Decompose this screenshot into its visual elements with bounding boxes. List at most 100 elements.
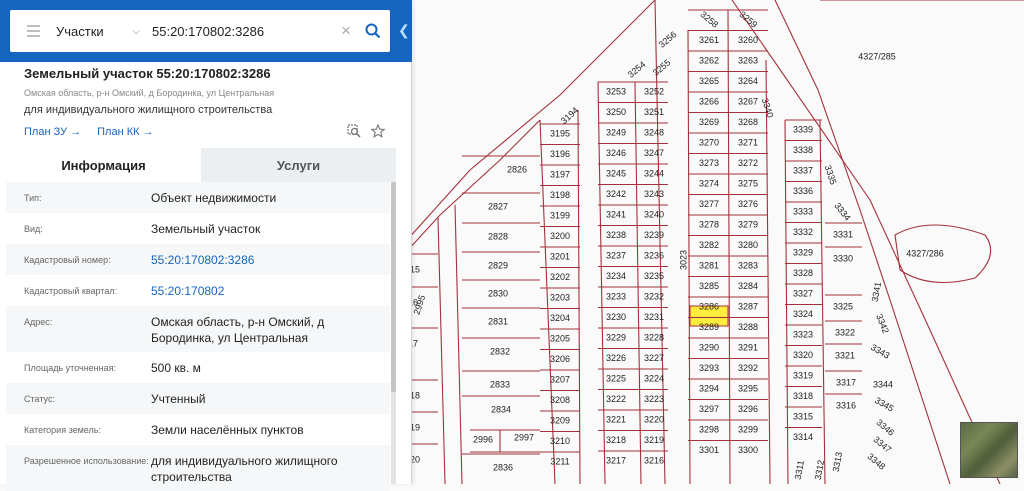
parcel-label-3230: 3230 [606,312,626,322]
menu-icon[interactable] [10,10,56,52]
parcel-label-3200: 3200 [550,231,570,241]
parcel-label-3342: 3342 [874,313,891,335]
parcel-label-3340: 3340 [760,97,776,119]
parcel-label-3196: 3196 [550,149,570,159]
attr-value: Земли населённых пунктов [151,423,304,437]
search-icon[interactable] [356,23,390,39]
parcel-label-3207: 3207 [550,374,570,384]
parcel-label-3253: 3253 [606,86,626,96]
parcel-label-3285: 3285 [699,281,719,291]
parcel-label-3271: 3271 [738,137,758,147]
parcel-label-3260: 3260 [738,35,758,45]
parcel-label-3240: 3240 [644,209,664,219]
parcel-label-3244: 3244 [644,168,664,178]
parcel-label-3327: 3327 [793,288,813,298]
parcel-label-3239: 3239 [644,230,664,240]
parcel-label-3348: 3348 [866,451,888,472]
parcel-label-3316: 3316 [836,400,856,410]
parcel-label-3251: 3251 [644,107,664,117]
attr-row-status: Статус: Учтенный [6,383,390,414]
parcel-boundary [634,81,642,484]
parcel-label-3283: 3283 [738,260,758,270]
parcel-label-3209: 3209 [550,415,570,425]
parcel-label-3289: 3289 [699,322,719,332]
parcel-label-3216: 3216 [644,455,664,465]
parcel-label-3264: 3264 [738,76,758,86]
attributes-list: Тип: Объект недвижимости Вид: Земельный … [6,182,390,491]
attr-value: Объект недвижимости [151,191,277,205]
zoom-to-object-icon[interactable] [347,124,361,143]
parcel-label-3231: 3231 [644,312,664,322]
plan-zu-link[interactable]: План ЗУ → [24,126,81,138]
parcel-label-3211: 3211 [550,456,569,466]
parcel-label-3262: 3262 [699,55,719,65]
attr-value: Учтенный [151,392,206,406]
parcel-label-3292: 3292 [738,363,758,373]
parcel-title: Земельный участок 55:20:170802:3286 [24,66,271,81]
parcel-label-3315: 3315 [793,411,813,421]
parcel-label-3298: 3298 [699,424,719,434]
parcel-label-2828: 2828 [488,231,508,241]
parcel-label-3222: 3222 [606,394,626,404]
plan-kk-link[interactable]: План КК → [97,126,153,138]
parcel-label-3261: 3261 [699,35,719,45]
parcel-label-3233: 3233 [606,291,626,301]
header-actions [347,123,386,143]
parcel-boundary [396,119,541,263]
parcel-label-3278: 3278 [699,219,719,229]
panel-tabs: Информация Услуги [6,148,396,182]
parcel-label-3281: 3281 [699,260,719,270]
parcel-label-2831: 2831 [488,316,508,326]
satellite-layer-thumbnail[interactable] [960,422,1018,478]
parcel-label-3287: 3287 [738,301,758,311]
parcel-label-3254: 3254 [626,59,648,80]
attr-row-cadastral-number: Кадастровый номер: 55:20:170802:3286 [6,244,390,275]
parcel-label-3317: 3317 [836,377,856,387]
parcel-label-3296: 3296 [738,404,758,414]
parcel-label-3224: 3224 [644,373,664,383]
category-select-label: Участки [56,23,104,39]
parcel-boundary [727,9,731,484]
parcel-label-3344: 3344 [873,379,893,389]
parcel-label-3328: 3328 [793,268,813,278]
parcel-label-3247: 3247 [644,148,664,158]
parcel-label-3329: 3329 [793,247,813,257]
parcel-label-3202: 3202 [550,272,570,282]
parcel-label-3295: 3295 [738,383,758,393]
parcel-label-3282: 3282 [699,240,719,250]
search-bar-container: Участки ⌵ × ❮ [0,0,412,62]
parcel-label-3313: 3313 [831,451,844,472]
attr-row-cadastral-quarter: Кадастровый квартал: 55:20:170802 [6,275,390,306]
parcel-label-3220: 3220 [644,414,664,424]
clear-icon[interactable]: × [336,21,356,41]
parcel-label-3345: 3345 [873,395,895,414]
parcel-label-2832: 2832 [490,346,510,356]
parcel-label-3263: 3263 [738,55,758,65]
parcel-label-3339: 3339 [793,124,813,134]
parcel-label-3324: 3324 [793,309,813,319]
parcel-label-3338: 3338 [793,145,813,155]
parcel-label-3198: 3198 [550,190,570,200]
parcel-label-3301: 3301 [699,445,719,455]
parcel-boundary [437,217,446,484]
panel-scrollbar[interactable] [391,182,396,484]
parcel-label-2833: 2833 [490,379,510,389]
parcel-boundary [784,119,789,484]
collapse-panel-icon[interactable]: ❮ [398,22,410,39]
category-select[interactable]: Участки ⌵ [56,24,146,39]
parcel-label-3217: 3217 [606,455,626,465]
parcel-label-3267: 3267 [738,96,758,106]
attr-row-type: Тип: Объект недвижимости [6,182,390,213]
cadastral-quarter-link[interactable]: 55:20:170802 [151,275,390,306]
parcel-label-3228: 3228 [644,332,664,342]
search-input[interactable] [146,23,336,39]
tab-services[interactable]: Услуги [201,148,396,182]
tab-info[interactable]: Информация [6,148,201,182]
parcel-label-3232: 3232 [644,291,664,301]
attr-label: Тип: [24,193,42,203]
parcel-label-3332: 3332 [793,227,813,237]
favorite-star-icon[interactable] [370,123,386,143]
cadastral-number-link[interactable]: 55:20:170802:3286 [151,244,390,275]
parcel-label-3331: 3331 [833,229,853,239]
parcel-label-3297: 3297 [699,404,719,414]
